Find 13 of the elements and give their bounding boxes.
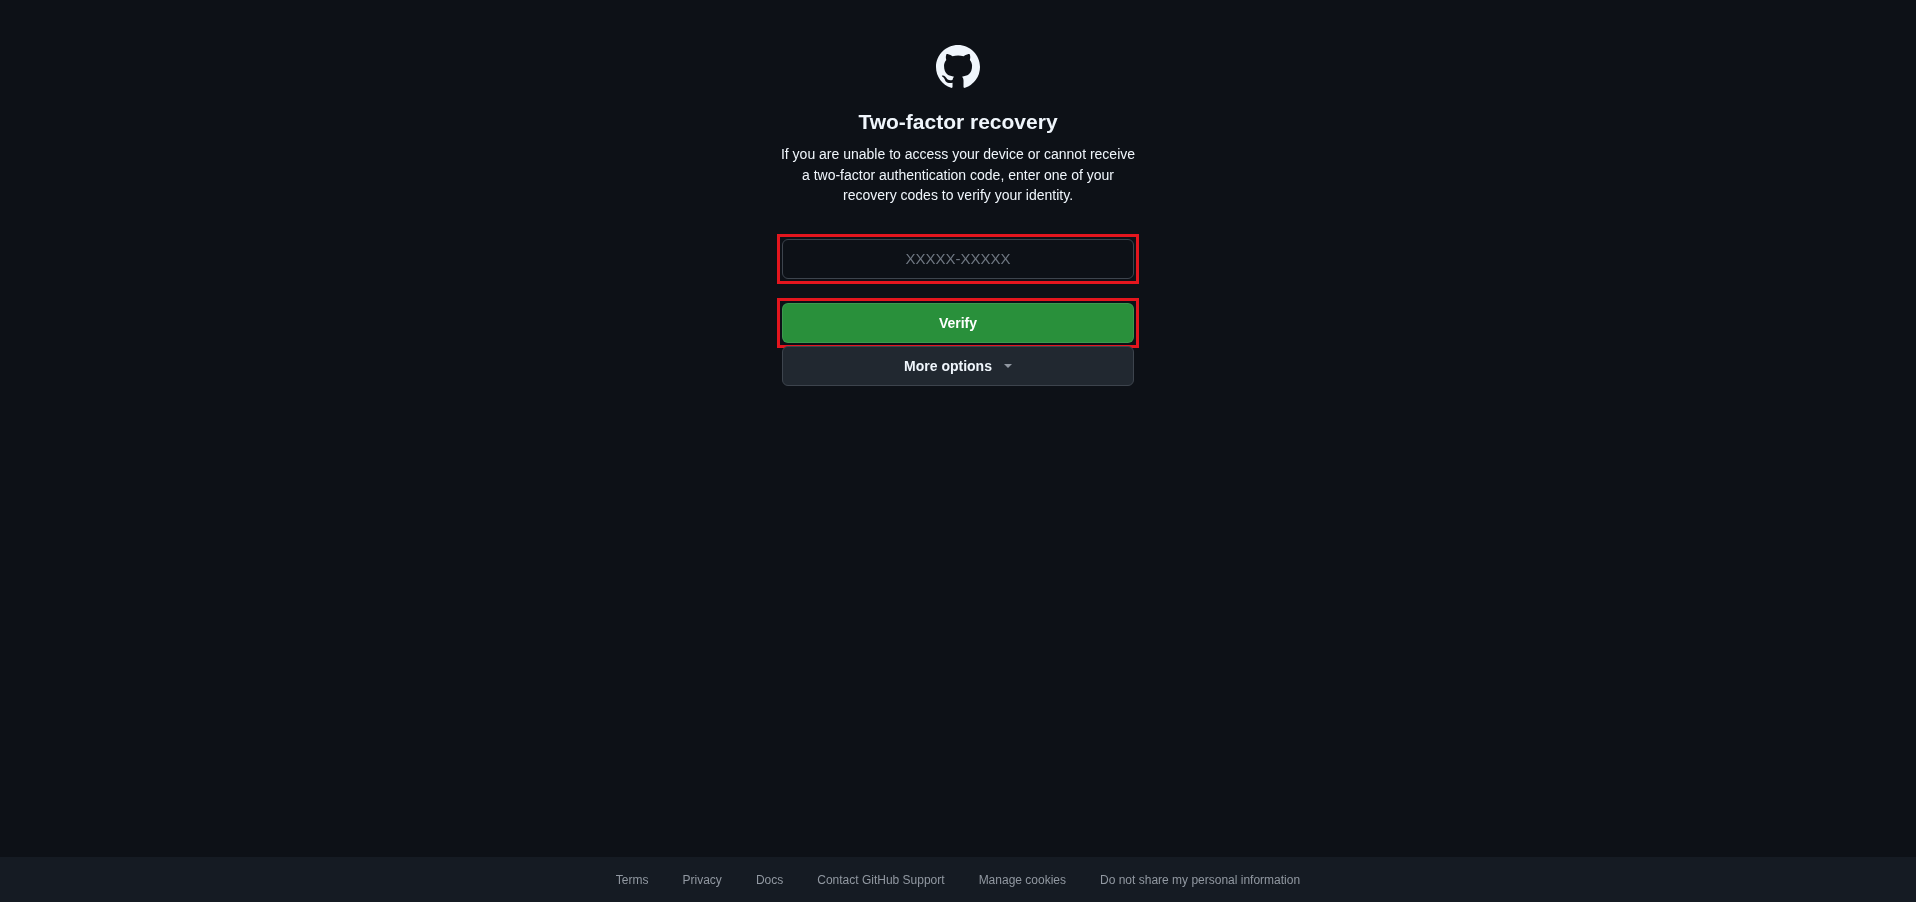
footer-link[interactable]: Contact GitHub Support xyxy=(817,872,945,887)
more-options-button[interactable]: More options xyxy=(782,345,1134,386)
caret-icon xyxy=(1003,363,1012,368)
footer-link[interactable]: Terms xyxy=(615,872,649,887)
description-text: If you are unable to access your device or cannot receive a two-factor authentication code, enter one of your recovery codes to verify your identity. xyxy=(779,145,1137,205)
verify-button[interactable]: Verify xyxy=(782,302,1134,343)
footer-link[interactable]: Docs xyxy=(755,872,784,887)
footer-link[interactable]: Manage cookies xyxy=(978,872,1066,887)
footer-link[interactable]: Do not share my personal information xyxy=(1100,872,1301,887)
footer-link[interactable]: Privacy xyxy=(682,872,722,887)
recovery-code-field[interactable]: XXXXX-XXXXX xyxy=(782,238,1134,279)
cat-logo-icon[interactable] xyxy=(936,45,980,89)
page-heading: Two-factor recovery xyxy=(858,109,1058,135)
